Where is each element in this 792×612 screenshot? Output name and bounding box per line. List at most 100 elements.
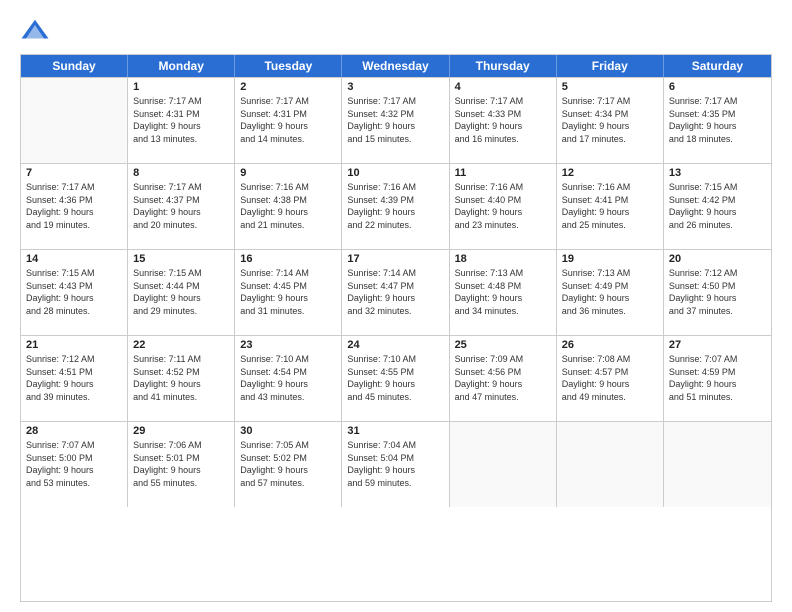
calendar-cell: 14Sunrise: 7:15 AM Sunset: 4:43 PM Dayli… xyxy=(21,250,128,335)
day-info: Sunrise: 7:17 AM Sunset: 4:35 PM Dayligh… xyxy=(669,95,766,145)
day-number: 11 xyxy=(455,167,551,179)
day-info: Sunrise: 7:17 AM Sunset: 4:37 PM Dayligh… xyxy=(133,181,229,231)
calendar-cell xyxy=(664,422,771,507)
calendar-cell xyxy=(450,422,557,507)
header-day-tuesday: Tuesday xyxy=(235,55,342,77)
calendar-cell: 16Sunrise: 7:14 AM Sunset: 4:45 PM Dayli… xyxy=(235,250,342,335)
calendar-cell: 3 Sunrise: 7:17 AM Sunset: 4:32 PM Daylig… xyxy=(342,78,449,163)
day-number: 20 xyxy=(669,253,766,265)
day-info: Sunrise: 7:17 AM Sunset: 4:33 PM Dayligh… xyxy=(455,95,551,145)
header-day-wednesday: Wednesday xyxy=(342,55,449,77)
day-info: Sunrise: 7:10 AM Sunset: 4:55 PM Dayligh… xyxy=(347,353,443,403)
day-info: Sunrise: 7:11 AM Sunset: 4:52 PM Dayligh… xyxy=(133,353,229,403)
calendar-cell: 5 Sunrise: 7:17 AM Sunset: 4:34 PM Daylig… xyxy=(557,78,664,163)
day-number: 6 xyxy=(669,81,766,93)
calendar-week-5: 28 Sunrise: 7:07 AM Sunset: 5:00 PM Dayli… xyxy=(21,421,771,507)
day-number: 24 xyxy=(347,339,443,351)
day-number: 25 xyxy=(455,339,551,351)
day-info: Sunrise: 7:17 AM Sunset: 4:36 PM Dayligh… xyxy=(26,181,122,231)
day-info: Sunrise: 7:17 AM Sunset: 4:31 PM Dayligh… xyxy=(133,95,229,145)
day-info: Sunrise: 7:15 AM Sunset: 4:44 PM Dayligh… xyxy=(133,267,229,317)
day-info: Sunrise: 7:13 AM Sunset: 4:48 PM Dayligh… xyxy=(455,267,551,317)
page: SundayMondayTuesdayWednesdayThursdayFrid… xyxy=(0,0,792,612)
calendar-cell: 4 Sunrise: 7:17 AM Sunset: 4:33 PM Daylig… xyxy=(450,78,557,163)
calendar-cell: 26 Sunrise: 7:08 AM Sunset: 4:57 PM Dayli… xyxy=(557,336,664,421)
day-info: Sunrise: 7:08 AM Sunset: 4:57 PM Dayligh… xyxy=(562,353,658,403)
day-info: Sunrise: 7:16 AM Sunset: 4:38 PM Dayligh… xyxy=(240,181,336,231)
day-number: 3 xyxy=(347,81,443,93)
calendar-cell: 31Sunrise: 7:04 AM Sunset: 5:04 PM Dayli… xyxy=(342,422,449,507)
day-number: 27 xyxy=(669,339,766,351)
day-number: 19 xyxy=(562,253,658,265)
day-number: 31 xyxy=(347,425,443,437)
day-number: 10 xyxy=(347,167,443,179)
calendar-cell: 21 Sunrise: 7:12 AM Sunset: 4:51 PM Dayli… xyxy=(21,336,128,421)
day-info: Sunrise: 7:10 AM Sunset: 4:54 PM Dayligh… xyxy=(240,353,336,403)
header-day-saturday: Saturday xyxy=(664,55,771,77)
calendar-body: 1 Sunrise: 7:17 AM Sunset: 4:31 PM Daylig… xyxy=(21,77,771,507)
day-number: 12 xyxy=(562,167,658,179)
day-info: Sunrise: 7:17 AM Sunset: 4:32 PM Dayligh… xyxy=(347,95,443,145)
calendar-week-3: 14Sunrise: 7:15 AM Sunset: 4:43 PM Dayli… xyxy=(21,249,771,335)
logo xyxy=(20,16,54,46)
day-info: Sunrise: 7:12 AM Sunset: 4:50 PM Dayligh… xyxy=(669,267,766,317)
day-number: 26 xyxy=(562,339,658,351)
day-info: Sunrise: 7:16 AM Sunset: 4:39 PM Dayligh… xyxy=(347,181,443,231)
day-number: 5 xyxy=(562,81,658,93)
day-number: 15 xyxy=(133,253,229,265)
calendar-cell: 25 Sunrise: 7:09 AM Sunset: 4:56 PM Dayli… xyxy=(450,336,557,421)
calendar-cell: 18 Sunrise: 7:13 AM Sunset: 4:48 PM Dayli… xyxy=(450,250,557,335)
day-number: 22 xyxy=(133,339,229,351)
day-number: 9 xyxy=(240,167,336,179)
header xyxy=(20,16,772,46)
calendar-cell: 20 Sunrise: 7:12 AM Sunset: 4:50 PM Dayli… xyxy=(664,250,771,335)
day-info: Sunrise: 7:09 AM Sunset: 4:56 PM Dayligh… xyxy=(455,353,551,403)
day-number: 28 xyxy=(26,425,122,437)
header-day-monday: Monday xyxy=(128,55,235,77)
calendar-cell: 24 Sunrise: 7:10 AM Sunset: 4:55 PM Dayli… xyxy=(342,336,449,421)
day-number: 16 xyxy=(240,253,336,265)
day-number: 8 xyxy=(133,167,229,179)
day-number: 4 xyxy=(455,81,551,93)
day-number: 17 xyxy=(347,253,443,265)
day-number: 29 xyxy=(133,425,229,437)
calendar-cell: 6 Sunrise: 7:17 AM Sunset: 4:35 PM Daylig… xyxy=(664,78,771,163)
day-info: Sunrise: 7:17 AM Sunset: 4:31 PM Dayligh… xyxy=(240,95,336,145)
calendar-cell: 9 Sunrise: 7:16 AM Sunset: 4:38 PM Daylig… xyxy=(235,164,342,249)
calendar-week-1: 1 Sunrise: 7:17 AM Sunset: 4:31 PM Daylig… xyxy=(21,77,771,163)
calendar-cell: 19 Sunrise: 7:13 AM Sunset: 4:49 PM Dayli… xyxy=(557,250,664,335)
day-info: Sunrise: 7:17 AM Sunset: 4:34 PM Dayligh… xyxy=(562,95,658,145)
calendar-week-4: 21 Sunrise: 7:12 AM Sunset: 4:51 PM Dayli… xyxy=(21,335,771,421)
day-info: Sunrise: 7:13 AM Sunset: 4:49 PM Dayligh… xyxy=(562,267,658,317)
calendar-header: SundayMondayTuesdayWednesdayThursdayFrid… xyxy=(21,55,771,77)
day-number: 30 xyxy=(240,425,336,437)
calendar-cell: 30 Sunrise: 7:05 AM Sunset: 5:02 PM Dayli… xyxy=(235,422,342,507)
calendar-cell: 15 Sunrise: 7:15 AM Sunset: 4:44 PM Dayli… xyxy=(128,250,235,335)
calendar-cell xyxy=(557,422,664,507)
day-info: Sunrise: 7:07 AM Sunset: 5:00 PM Dayligh… xyxy=(26,439,122,489)
calendar-cell: 8 Sunrise: 7:17 AM Sunset: 4:37 PM Daylig… xyxy=(128,164,235,249)
day-info: Sunrise: 7:16 AM Sunset: 4:40 PM Dayligh… xyxy=(455,181,551,231)
calendar-cell: 29Sunrise: 7:06 AM Sunset: 5:01 PM Dayli… xyxy=(128,422,235,507)
calendar-cell: 17 Sunrise: 7:14 AM Sunset: 4:47 PM Dayli… xyxy=(342,250,449,335)
calendar-cell: 7 Sunrise: 7:17 AM Sunset: 4:36 PM Daylig… xyxy=(21,164,128,249)
calendar-cell: 2Sunrise: 7:17 AM Sunset: 4:31 PM Daylig… xyxy=(235,78,342,163)
calendar-cell: 12 Sunrise: 7:16 AM Sunset: 4:41 PM Dayli… xyxy=(557,164,664,249)
calendar: SundayMondayTuesdayWednesdayThursdayFrid… xyxy=(20,54,772,602)
day-number: 21 xyxy=(26,339,122,351)
calendar-cell: 13Sunrise: 7:15 AM Sunset: 4:42 PM Dayli… xyxy=(664,164,771,249)
day-number: 1 xyxy=(133,81,229,93)
calendar-cell xyxy=(21,78,128,163)
day-info: Sunrise: 7:05 AM Sunset: 5:02 PM Dayligh… xyxy=(240,439,336,489)
header-day-sunday: Sunday xyxy=(21,55,128,77)
header-day-friday: Friday xyxy=(557,55,664,77)
day-info: Sunrise: 7:12 AM Sunset: 4:51 PM Dayligh… xyxy=(26,353,122,403)
day-info: Sunrise: 7:14 AM Sunset: 4:47 PM Dayligh… xyxy=(347,267,443,317)
day-number: 18 xyxy=(455,253,551,265)
logo-icon xyxy=(20,16,50,46)
day-info: Sunrise: 7:16 AM Sunset: 4:41 PM Dayligh… xyxy=(562,181,658,231)
day-number: 7 xyxy=(26,167,122,179)
calendar-cell: 11 Sunrise: 7:16 AM Sunset: 4:40 PM Dayli… xyxy=(450,164,557,249)
day-info: Sunrise: 7:15 AM Sunset: 4:43 PM Dayligh… xyxy=(26,267,122,317)
calendar-week-2: 7 Sunrise: 7:17 AM Sunset: 4:36 PM Daylig… xyxy=(21,163,771,249)
